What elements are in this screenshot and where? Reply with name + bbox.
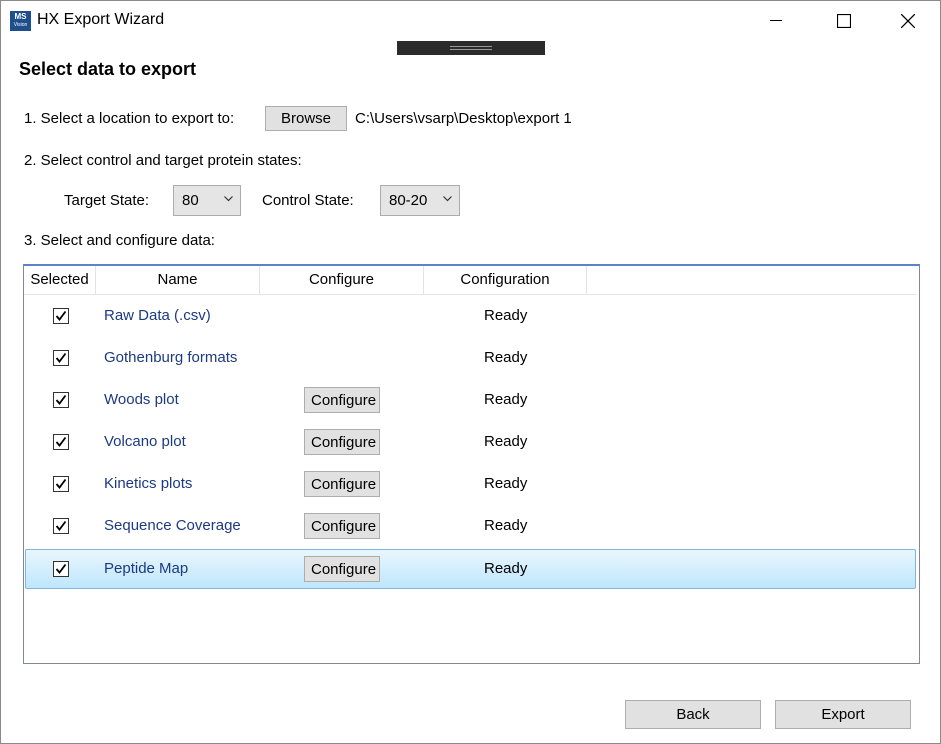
table-row-selected[interactable]: Peptide Map Configure Ready [25,549,916,589]
column-header-configuration[interactable]: Configuration [424,266,586,294]
row-checkbox[interactable] [53,392,69,408]
target-state-label: Target State: [64,192,150,209]
export-wizard-window: MS Vision HX Export Wizard Select data t… [0,0,941,744]
row-checkbox[interactable] [53,561,69,577]
chevron-down-icon [443,196,452,202]
close-button[interactable] [885,1,931,41]
configure-button[interactable]: Configure [304,429,380,455]
header-divider [24,294,917,295]
target-state-dropdown[interactable]: 80 [173,185,241,216]
configure-button[interactable]: Configure [304,471,380,497]
drag-handle[interactable] [397,41,545,55]
table-row[interactable]: Sequence Coverage Configure Ready [25,506,916,546]
app-logo-icon: MS Vision [10,11,31,31]
row-name: Woods plot [104,391,179,408]
step2-label: 2. Select control and target protein sta… [24,152,302,169]
row-status: Ready [484,349,528,366]
row-name: Sequence Coverage [104,517,241,534]
row-status: Ready [484,475,528,492]
minimize-button[interactable] [753,1,799,41]
maximize-button[interactable] [821,1,867,41]
checkmark-icon [55,478,67,489]
title-bar[interactable]: MS Vision HX Export Wizard [1,1,940,41]
column-header-name[interactable]: Name [96,266,259,294]
grip-line [450,46,492,47]
checkmark-icon [55,436,67,447]
control-state-label: Control State: [262,192,354,209]
table-row[interactable]: Raw Data (.csv) Ready [25,296,916,336]
target-state-value: 80 [182,192,199,209]
configure-button[interactable]: Configure [304,387,380,413]
table-row[interactable]: Woods plot Configure Ready [25,380,916,420]
row-checkbox[interactable] [53,308,69,324]
chevron-down-icon [224,196,233,202]
step1-label: 1. Select a location to export to: [24,110,235,127]
row-name: Kinetics plots [104,475,193,492]
maximize-icon [837,14,851,28]
browse-button[interactable]: Browse [265,106,347,131]
row-name: Volcano plot [104,433,186,450]
column-header-configure[interactable]: Configure [260,266,423,294]
column-divider[interactable] [586,266,587,294]
row-status: Ready [484,307,528,324]
row-status: Ready [484,560,528,577]
row-status: Ready [484,391,528,408]
export-data-grid: Selected Name Configure Configuration Ra… [23,264,920,664]
row-checkbox[interactable] [53,476,69,492]
table-row[interactable]: Volcano plot Configure Ready [25,422,916,462]
row-status: Ready [484,433,528,450]
row-name: Peptide Map [104,560,189,577]
close-icon [901,14,915,28]
back-button[interactable]: Back [625,700,761,729]
step3-label: 3. Select and configure data: [24,232,215,249]
row-checkbox[interactable] [53,518,69,534]
control-state-value: 80-20 [389,192,428,209]
table-row[interactable]: Gothenburg formats Ready [25,338,916,378]
checkmark-icon [55,352,67,363]
checkmark-icon [55,310,67,321]
checkmark-icon [55,394,67,405]
row-checkbox[interactable] [53,350,69,366]
app-icon-text: MS [14,12,27,21]
export-button[interactable]: Export [775,700,911,729]
column-header-selected[interactable]: Selected [24,266,95,294]
row-name: Gothenburg formats [104,349,238,366]
page-title: Select data to export [19,59,197,79]
table-row[interactable]: Kinetics plots Configure Ready [25,464,916,504]
row-status: Ready [484,517,528,534]
grip-line [450,49,492,50]
control-state-dropdown[interactable]: 80-20 [380,185,460,216]
checkmark-icon [55,563,67,574]
row-checkbox[interactable] [53,434,69,450]
export-path: C:\Users\vsarp\Desktop\export 1 [355,110,572,127]
configure-button[interactable]: Configure [304,513,380,539]
checkmark-icon [55,520,67,531]
row-name: Raw Data (.csv) [104,307,211,324]
app-icon-subtext: Vision [13,22,28,28]
window-title: HX Export Wizard [37,11,165,28]
configure-button[interactable]: Configure [304,556,380,582]
minimize-icon [770,20,782,21]
